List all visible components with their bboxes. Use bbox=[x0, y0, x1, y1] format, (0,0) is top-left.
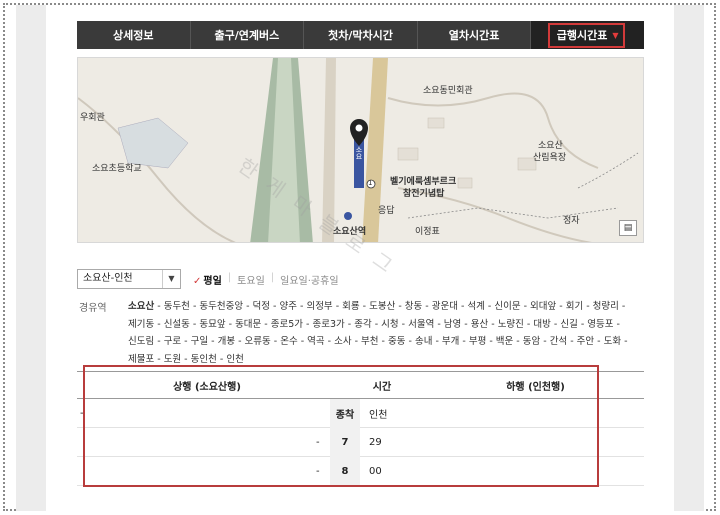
map-expand-icon[interactable]: ▤ bbox=[619, 220, 637, 236]
via-stations: 소요산 - 동두천 - 동두천중앙 - 덕정 - 양주 - 의정부 - 회룡 -… bbox=[128, 298, 644, 370]
map-label-marker: 응답 bbox=[378, 206, 395, 216]
day-tab-weekday[interactable]: ✓ 평일 bbox=[193, 272, 222, 287]
route-select[interactable]: 소요산-인천 ▼ bbox=[77, 269, 181, 289]
tab-first-last-label: 첫차/막차시간 bbox=[328, 29, 393, 42]
tab-exit-bus-label: 출구/연계버스 bbox=[214, 29, 280, 42]
map-label-school: 소요초등학교 bbox=[92, 164, 142, 174]
route-select-value: 소요산-인천 bbox=[83, 273, 133, 284]
tab-exit-bus[interactable]: 출구/연계버스 bbox=[191, 21, 305, 49]
map-label-pavilion: 정자 bbox=[563, 216, 580, 226]
via-first-station: 소요산 bbox=[128, 301, 155, 312]
day-tab-saturday[interactable]: 토요일 bbox=[237, 272, 265, 287]
tab-train-timetable[interactable]: 열차시간표 bbox=[418, 21, 532, 49]
map-label-forest: 산림욕장 bbox=[533, 153, 567, 163]
day-tab-holiday[interactable]: 일요일·공휴일 bbox=[280, 272, 338, 287]
map-label-memorial-2: 참전기념탑 bbox=[403, 189, 445, 199]
map-label-station-vertical: 소요 bbox=[355, 146, 363, 160]
tab-timetable-label: 열차시간표 bbox=[448, 29, 500, 42]
tab-detail-label: 상세정보 bbox=[113, 29, 154, 42]
day-tab-weekday-label: 평일 bbox=[203, 276, 222, 287]
left-gutter bbox=[16, 5, 46, 511]
tab-first-last-train[interactable]: 첫차/막차시간 bbox=[304, 21, 418, 49]
map-label-hall: 우회관 bbox=[80, 113, 105, 123]
via-station-list: - 동두천 - 동두천중앙 - 덕정 - 양주 - 의정부 - 회룡 - 도봉산… bbox=[128, 301, 628, 365]
day-type-tabs: ✓ 평일 | 토요일 | 일요일·공휴일 bbox=[193, 272, 339, 287]
chevron-down-icon: ▼ bbox=[162, 270, 180, 288]
tab-detail[interactable]: 상세정보 bbox=[77, 21, 191, 49]
map-label-ijeong: 이정표 bbox=[415, 227, 440, 237]
day-tab-separator: | bbox=[270, 272, 275, 283]
day-tab-separator: | bbox=[227, 272, 232, 283]
right-gutter bbox=[674, 5, 704, 511]
check-icon: ✓ bbox=[193, 276, 202, 287]
timetable-highlight bbox=[83, 365, 599, 487]
via-label: 경유역 bbox=[79, 303, 107, 314]
map-label-soyo-hall: 소요동민회관 bbox=[423, 86, 473, 96]
station-map[interactable]: 우회관 소요초등학교 소요동민회관 벨기에룩셈부르크 참전기념탑 소요산역 소요… bbox=[77, 57, 644, 243]
active-tab-highlight bbox=[548, 23, 625, 48]
map-label-circle: 1 bbox=[368, 179, 373, 187]
